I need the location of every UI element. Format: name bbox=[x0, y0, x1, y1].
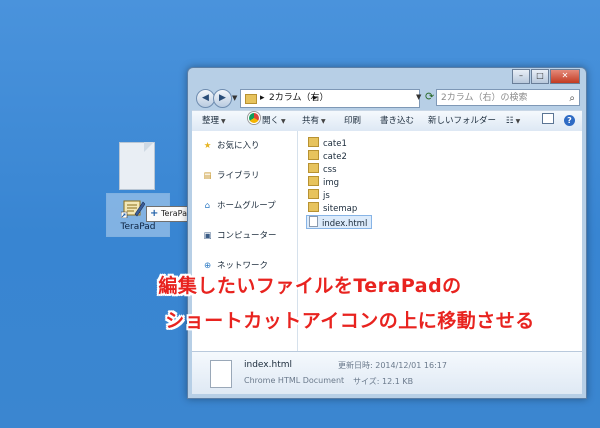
nav-item-computer[interactable]: ▣ コンピューター bbox=[202, 229, 276, 241]
nav-item-libraries[interactable]: ▤ ライブラリ bbox=[202, 169, 259, 181]
folder-icon bbox=[308, 176, 319, 186]
title-bar[interactable]: – □ ✕ bbox=[188, 68, 586, 88]
caption-line-2: ショートカットアイコンの上に移動させる bbox=[165, 310, 535, 332]
folder-icon bbox=[308, 189, 319, 199]
dragged-file-icon bbox=[119, 142, 159, 194]
share-button[interactable]: 共有 ▼ bbox=[302, 111, 326, 132]
print-button[interactable]: 印刷 bbox=[344, 111, 361, 131]
list-item[interactable]: css bbox=[308, 163, 337, 175]
details-type: Chrome HTML Document bbox=[244, 376, 345, 385]
nav-item-network[interactable]: ⊕ ネットワーク bbox=[202, 259, 268, 271]
address-bar[interactable]: ▸ 2カラム（右） ▸ bbox=[240, 89, 420, 108]
list-item-selected[interactable]: index.html bbox=[306, 215, 373, 229]
explorer-window: – □ ✕ ◀ ▶ ▼ ▸ 2カラム（右） ▸ ▼ ⟳ 2カラム（右）の検索 ⌕… bbox=[187, 67, 587, 399]
html-file-icon bbox=[309, 216, 318, 227]
view-options-icon[interactable]: ☷ ▼ bbox=[506, 111, 520, 132]
list-item[interactable]: cate1 bbox=[308, 137, 347, 149]
shortcut-label: TeraPad bbox=[120, 222, 156, 232]
folder-icon bbox=[308, 202, 319, 212]
help-button[interactable]: ? bbox=[564, 111, 575, 131]
details-size: サイズ: 12.1 KB bbox=[353, 377, 414, 386]
burn-button[interactable]: 書き込む bbox=[380, 111, 414, 131]
chevron-right-icon[interactable]: ▸ bbox=[260, 90, 265, 107]
caption-line-1: 編集したいファイルをTeraPadの bbox=[158, 275, 462, 297]
folder-icon bbox=[308, 137, 319, 147]
maximize-button[interactable]: □ bbox=[531, 69, 549, 84]
library-icon: ▤ bbox=[203, 171, 212, 181]
minimize-button[interactable]: – bbox=[512, 69, 530, 84]
folder-icon bbox=[308, 163, 319, 173]
chevron-right-icon[interactable]: ▸ bbox=[313, 90, 318, 107]
nav-item-homegroup[interactable]: ⌂ ホームグループ bbox=[202, 199, 276, 211]
address-dropdown-icon[interactable]: ▼ bbox=[416, 93, 421, 101]
plus-icon: + bbox=[150, 208, 159, 219]
help-icon: ? bbox=[564, 115, 575, 126]
preview-pane-icon[interactable] bbox=[542, 111, 554, 131]
open-button[interactable]: 開く ▼ bbox=[248, 111, 286, 132]
organize-button[interactable]: 整理 ▼ bbox=[202, 111, 226, 132]
terapad-icon bbox=[121, 200, 145, 218]
search-input[interactable]: 2カラム（右）の検索 ⌕ bbox=[436, 89, 580, 106]
window-body: ★ お気に入り ▤ ライブラリ ⌂ ホームグループ ▣ コンピューター ⊕ ネットワーク … bbox=[192, 131, 582, 394]
list-item[interactable]: cate2 bbox=[308, 150, 347, 162]
address-row: ◀ ▶ ▼ ▸ 2カラム（右） ▸ ▼ ⟳ 2カラム（右）の検索 ⌕ bbox=[192, 89, 582, 109]
history-dropdown-icon[interactable]: ▼ bbox=[232, 94, 237, 102]
refresh-icon[interactable]: ⟳ bbox=[425, 90, 434, 103]
list-item[interactable]: js bbox=[308, 189, 330, 201]
homegroup-icon: ⌂ bbox=[204, 201, 211, 211]
network-icon: ⊕ bbox=[203, 261, 212, 271]
nav-item-favorites[interactable]: ★ お気に入り bbox=[202, 139, 260, 151]
folder-icon bbox=[308, 150, 319, 160]
details-filename: index.html bbox=[244, 360, 292, 370]
computer-icon: ▣ bbox=[203, 231, 212, 241]
list-item[interactable]: img bbox=[308, 176, 339, 188]
details-date: 更新日時: 2014/12/01 16:17 bbox=[338, 361, 447, 370]
new-folder-button[interactable]: 新しいフォルダー bbox=[428, 111, 496, 131]
close-button[interactable]: ✕ bbox=[550, 69, 580, 84]
file-preview-icon bbox=[210, 360, 232, 388]
command-bar: 整理 ▼ 開く ▼ 共有 ▼ 印刷 書き込む 新しいフォルダー ☷ ▼ ? bbox=[192, 110, 582, 132]
star-icon: ★ bbox=[203, 141, 212, 151]
folder-icon bbox=[245, 94, 257, 104]
breadcrumb-current[interactable]: 2カラム（右） bbox=[269, 90, 328, 107]
list-item[interactable]: sitemap bbox=[308, 202, 357, 214]
chrome-icon bbox=[248, 112, 260, 124]
forward-button[interactable]: ▶ bbox=[213, 89, 232, 108]
details-pane: index.html Chrome HTML Document 更新日時: 20… bbox=[192, 351, 582, 394]
search-placeholder: 2カラム（右）の検索 bbox=[441, 93, 528, 103]
search-icon[interactable]: ⌕ bbox=[569, 90, 575, 107]
